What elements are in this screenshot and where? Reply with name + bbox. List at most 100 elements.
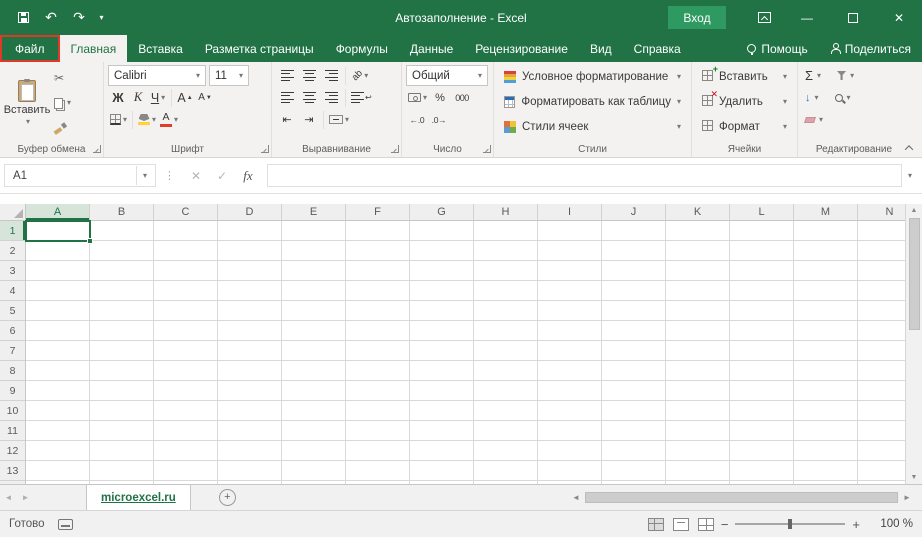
cut-button[interactable]: ✂ [50, 67, 75, 88]
conditional-formatting-button[interactable]: Условное форматирование ▾ [498, 65, 687, 89]
tab-review[interactable]: Рецензирование [464, 35, 579, 62]
zoom-slider-thumb[interactable] [788, 519, 793, 529]
horizontal-scrollbar[interactable]: ◄ ► [569, 489, 914, 506]
clipboard-dialog-launcher-icon[interactable] [93, 145, 101, 153]
column-header-G[interactable]: G [410, 204, 474, 220]
row-header-13[interactable]: 13 [0, 461, 25, 481]
cancel-button[interactable]: ✕ [183, 164, 209, 187]
scroll-left-icon[interactable]: ◄ [569, 493, 583, 502]
wrap-text-button[interactable]: ↩ [349, 87, 374, 108]
paste-button[interactable]: Вставить ▾ [4, 65, 50, 141]
number-format-select[interactable]: Общий ▾ [406, 65, 488, 86]
column-header-B[interactable]: B [90, 204, 154, 220]
scroll-up-icon[interactable]: ▲ [911, 207, 918, 214]
name-box[interactable]: A1 ▾ [4, 164, 156, 187]
row-header-7[interactable]: 7 [0, 341, 25, 361]
column-header-A[interactable]: A [26, 204, 90, 220]
tab-help[interactable]: Справка [623, 35, 692, 62]
font-dialog-launcher-icon[interactable] [261, 145, 269, 153]
font-color-button[interactable]: А ▾ [158, 109, 180, 130]
column-header-M[interactable]: M [794, 204, 858, 220]
accessibility-icon[interactable] [57, 518, 73, 530]
number-dialog-launcher-icon[interactable] [483, 145, 491, 153]
percent-style-button[interactable]: % [429, 87, 451, 108]
accounting-format-button[interactable]: ▾ [406, 87, 429, 108]
orientation-button[interactable]: ab ▾ [349, 65, 371, 86]
tab-file[interactable]: Файл [0, 35, 60, 62]
column-header-C[interactable]: C [154, 204, 218, 220]
decrease-indent-button[interactable]: ⇤ [276, 109, 298, 130]
tab-page-layout[interactable]: Разметка страницы [194, 35, 325, 62]
sort-filter-button[interactable]: ▾ [834, 65, 857, 86]
row-header-9[interactable]: 9 [0, 381, 25, 401]
save-button[interactable] [10, 5, 36, 31]
format-painter-button[interactable] [50, 118, 75, 139]
align-right-button[interactable] [320, 87, 342, 108]
tab-data[interactable]: Данные [399, 35, 464, 62]
insert-cells-button[interactable]: + Вставить ▾ [696, 65, 793, 89]
share-button[interactable]: Поделиться [819, 35, 922, 62]
view-page-layout-button[interactable] [672, 517, 689, 531]
copy-button[interactable]: ▾ [50, 93, 75, 114]
formula-bar-expand-button[interactable]: ▾ [902, 171, 918, 180]
enter-button[interactable]: ✓ [209, 164, 235, 187]
row-header-11[interactable]: 11 [0, 421, 25, 441]
row-header-2[interactable]: 2 [0, 241, 25, 261]
decrease-decimal-button[interactable]: .0→ [428, 109, 450, 130]
bold-button[interactable]: Ж [108, 87, 128, 108]
insert-function-button[interactable]: fx [235, 164, 261, 187]
tab-formulas[interactable]: Формулы [325, 35, 399, 62]
ribbon-display-options-button[interactable] [744, 0, 784, 35]
font-size-select[interactable]: 11 ▾ [209, 65, 249, 86]
tab-view[interactable]: Вид [579, 35, 623, 62]
zoom-level[interactable]: 100 % [873, 518, 913, 530]
underline-button[interactable]: Ч ▾ [148, 87, 168, 108]
row-header-8[interactable]: 8 [0, 361, 25, 381]
format-cells-button[interactable]: Формат ▾ [696, 115, 793, 139]
collapse-ribbon-button[interactable] [901, 141, 917, 154]
formula-input[interactable] [267, 164, 902, 187]
zoom-slider[interactable] [735, 519, 846, 529]
font-name-select[interactable]: Calibri ▾ [108, 65, 206, 86]
autosum-button[interactable]: Σ ▾ [802, 65, 824, 86]
tab-insert[interactable]: Вставка [127, 35, 194, 62]
italic-button[interactable]: К [128, 87, 148, 108]
comma-style-button[interactable]: 000 [451, 87, 473, 108]
sign-in-button[interactable]: Вход [668, 6, 726, 29]
tab-home[interactable]: Главная [59, 35, 128, 62]
zoom-out-button[interactable]: − [721, 518, 729, 531]
clear-button[interactable]: ▾ [802, 109, 826, 130]
column-header-H[interactable]: H [474, 204, 538, 220]
decrease-font-size-button[interactable]: А ▼ [195, 87, 215, 108]
row-header-10[interactable]: 10 [0, 401, 25, 421]
qat-customize-button[interactable]: ▾ [94, 5, 109, 31]
column-header-K[interactable]: K [666, 204, 730, 220]
align-top-button[interactable] [276, 65, 298, 86]
maximize-button[interactable] [830, 0, 876, 35]
fill-button[interactable]: ↓ ▾ [802, 87, 822, 108]
increase-indent-button[interactable]: ⇥ [298, 109, 320, 130]
sheet-nav-right-icon[interactable]: ► [17, 493, 34, 502]
increase-decimal-button[interactable]: ←.0 [406, 109, 428, 130]
align-bottom-button[interactable] [320, 65, 342, 86]
row-header-12[interactable]: 12 [0, 441, 25, 461]
column-header-L[interactable]: L [730, 204, 794, 220]
scroll-down-icon[interactable]: ▼ [911, 474, 918, 481]
column-header-I[interactable]: I [538, 204, 602, 220]
horizontal-scroll-thumb[interactable] [585, 492, 898, 503]
redo-button[interactable]: ↷ [66, 5, 92, 31]
align-left-button[interactable] [276, 87, 298, 108]
fill-color-button[interactable]: ▾ [136, 109, 158, 130]
cell-styles-button[interactable]: Стили ячеек ▾ [498, 115, 687, 139]
increase-font-size-button[interactable]: А ▲ [175, 87, 195, 108]
row-header-4[interactable]: 4 [0, 281, 25, 301]
column-header-E[interactable]: E [282, 204, 346, 220]
view-normal-button[interactable] [647, 517, 664, 531]
cells-area[interactable] [25, 220, 922, 484]
column-header-D[interactable]: D [218, 204, 282, 220]
add-sheet-button[interactable]: + [218, 489, 236, 506]
zoom-in-button[interactable]: + [852, 518, 860, 531]
format-as-table-button[interactable]: Форматировать как таблицу ▾ [498, 90, 687, 114]
scroll-right-icon[interactable]: ► [900, 493, 914, 502]
column-header-J[interactable]: J [602, 204, 666, 220]
